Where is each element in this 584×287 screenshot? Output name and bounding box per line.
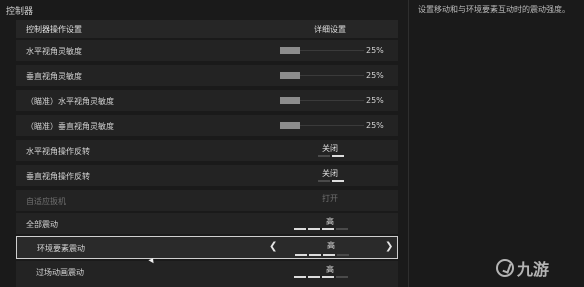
- indicator-segment: [318, 155, 330, 157]
- settings-row-cutscene-vibration[interactable]: 过场动画震动 高: [16, 261, 398, 287]
- option-value: 高: [327, 241, 335, 250]
- slider-value: 25%: [366, 46, 384, 55]
- option-indicator: [294, 228, 348, 230]
- indicator-segment: [332, 155, 344, 157]
- indicator-segment: [308, 276, 320, 278]
- watermark-logo-icon: [496, 259, 514, 277]
- indicator-segment: [308, 228, 320, 230]
- setting-description: 设置移动和与环境要素互动时的震动强度。: [418, 5, 570, 14]
- row-label: 自适应扳机: [26, 197, 66, 206]
- panel-divider: [408, 0, 409, 287]
- row-label: 垂直视角操作反转: [26, 172, 90, 181]
- row-label: 全部震动: [26, 220, 58, 229]
- indicator-segment: [322, 228, 334, 230]
- option-value: 高: [326, 217, 334, 226]
- settings-row-vertical-invert[interactable]: 垂直视角操作反转 关闭: [16, 165, 398, 186]
- settings-row-environment-vibration[interactable]: 环境要素震动 ❮ 高 ❯: [16, 236, 398, 259]
- section-header: 控制器操作设置 详细设置: [16, 20, 398, 38]
- arrow-left-icon[interactable]: ❮: [269, 241, 277, 252]
- indicator-segment: [294, 276, 306, 278]
- row-label: 环境要素震动: [37, 244, 85, 253]
- row-label: 过场动画震动: [36, 268, 84, 277]
- watermark: 九游: [496, 256, 549, 280]
- row-label: 水平视角灵敏度: [26, 47, 82, 56]
- indicator-segment: [323, 254, 335, 256]
- row-label: （瞄准）水平视角灵敏度: [26, 97, 114, 106]
- settings-row-aim-horizontal-sensitivity[interactable]: （瞄准）水平视角灵敏度 25%: [16, 90, 398, 111]
- detail-settings-link[interactable]: 详细设置: [314, 24, 346, 35]
- indicator-segment: [332, 180, 344, 182]
- row-label: 垂直视角灵敏度: [26, 72, 82, 81]
- option-indicator: [318, 155, 344, 157]
- indicator-segment: [322, 276, 334, 278]
- row-label: （瞄准）垂直视角灵敏度: [26, 122, 114, 131]
- option-value: 关闭: [322, 144, 338, 153]
- option-indicator: [295, 254, 349, 256]
- option-value: 打开: [322, 194, 338, 203]
- arrow-right-icon[interactable]: ❯: [385, 241, 393, 252]
- indicator-segment: [336, 276, 348, 278]
- indicator-segment: [337, 254, 349, 256]
- slider-handle[interactable]: [280, 72, 300, 79]
- section-header-title: 控制器操作设置: [26, 25, 82, 34]
- row-label: 水平视角操作反转: [26, 147, 90, 156]
- indicator-segment: [294, 228, 306, 230]
- settings-row-adaptive-trigger: 自适应扳机 打开: [16, 190, 398, 211]
- slider-handle[interactable]: [280, 97, 300, 104]
- settings-row-aim-vertical-sensitivity[interactable]: （瞄准）垂直视角灵敏度 25%: [16, 115, 398, 136]
- slider-value: 25%: [366, 121, 384, 130]
- indicator-segment: [295, 254, 307, 256]
- slider-value: 25%: [366, 71, 384, 80]
- option-indicator: [318, 180, 344, 182]
- option-value: 关闭: [322, 169, 338, 178]
- slider-handle[interactable]: [280, 47, 300, 54]
- option-indicator: [294, 276, 348, 278]
- panel-title: 控制器: [6, 7, 34, 17]
- indicator-segment: [309, 254, 321, 256]
- watermark-text: 九游: [517, 260, 550, 279]
- settings-row-horizontal-sensitivity[interactable]: 水平视角灵敏度 25%: [16, 40, 398, 61]
- slider-handle[interactable]: [280, 122, 300, 129]
- settings-row-horizontal-invert[interactable]: 水平视角操作反转 关闭: [16, 140, 398, 161]
- settings-row-vertical-sensitivity[interactable]: 垂直视角灵敏度 25%: [16, 65, 398, 86]
- option-value: 高: [326, 265, 334, 274]
- indicator-segment: [318, 180, 330, 182]
- slider-value: 25%: [366, 96, 384, 105]
- indicator-segment: [336, 228, 348, 230]
- settings-row-all-vibration[interactable]: 全部震动 高: [16, 213, 398, 234]
